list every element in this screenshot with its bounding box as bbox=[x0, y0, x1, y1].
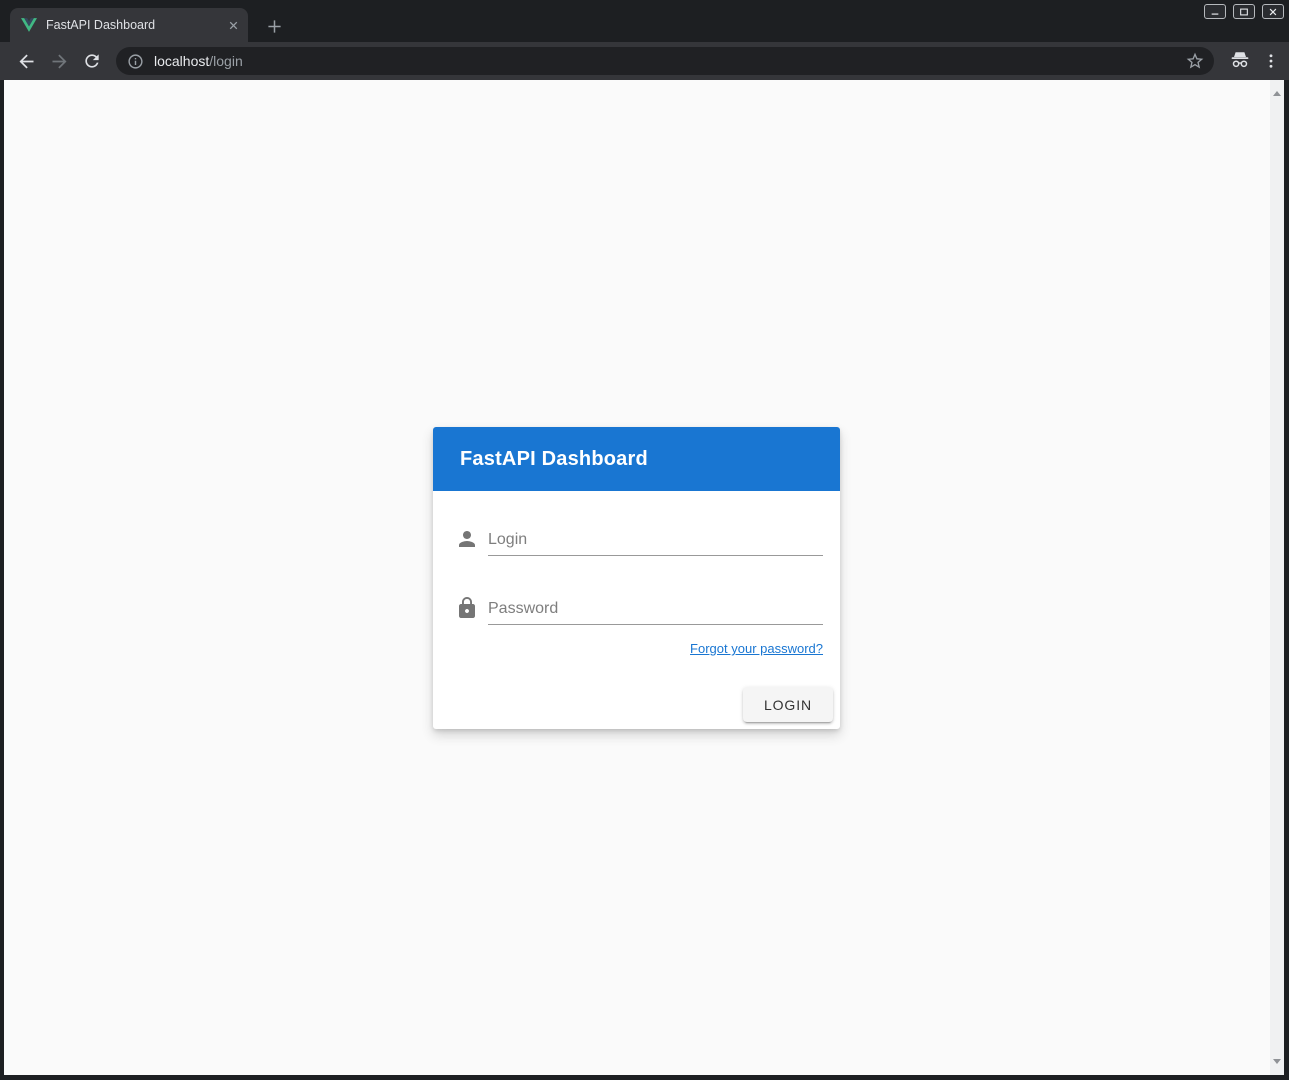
browser-toolbar: localhost/login bbox=[0, 42, 1289, 80]
back-arrow-icon bbox=[16, 51, 37, 72]
password-field-row bbox=[455, 593, 823, 625]
login-input[interactable] bbox=[488, 524, 823, 556]
menu-kebab-icon[interactable] bbox=[1262, 52, 1280, 70]
lock-icon bbox=[455, 596, 479, 620]
forgot-password-row: Forgot your password? bbox=[455, 640, 823, 657]
browser-window: FastAPI Dashboard bbox=[0, 0, 1289, 1080]
browser-tab[interactable]: FastAPI Dashboard bbox=[10, 8, 248, 42]
bookmark-star-icon[interactable] bbox=[1185, 51, 1205, 71]
url-path: /login bbox=[209, 53, 242, 69]
forgot-password-link[interactable]: Forgot your password? bbox=[690, 641, 823, 656]
login-card-body: Forgot your password? LOGIN bbox=[433, 491, 840, 729]
page-content: FastAPI Dashboard bbox=[4, 80, 1284, 1075]
forward-button[interactable] bbox=[47, 49, 71, 73]
scrollbar[interactable] bbox=[1270, 80, 1284, 1075]
back-button[interactable] bbox=[14, 49, 38, 73]
window-controls bbox=[1204, 4, 1284, 19]
window-minimize-button[interactable] bbox=[1204, 4, 1226, 19]
close-icon bbox=[1268, 7, 1278, 17]
reload-icon bbox=[82, 51, 102, 71]
tab-strip: FastAPI Dashboard bbox=[0, 0, 1289, 42]
password-input[interactable] bbox=[488, 593, 823, 625]
reload-button[interactable] bbox=[80, 49, 104, 73]
tab-title: FastAPI Dashboard bbox=[46, 18, 225, 32]
login-field-row bbox=[455, 491, 823, 556]
site-info-icon[interactable] bbox=[125, 51, 145, 71]
login-card: FastAPI Dashboard bbox=[433, 427, 840, 729]
url-text: localhost/login bbox=[154, 53, 1185, 69]
url-host: localhost bbox=[154, 53, 209, 69]
incognito-icon[interactable] bbox=[1228, 49, 1252, 73]
forward-arrow-icon bbox=[49, 51, 70, 72]
scrollbar-down-arrow-icon[interactable] bbox=[1273, 1059, 1281, 1064]
tab-close-icon[interactable] bbox=[225, 17, 242, 34]
minimize-icon bbox=[1210, 7, 1220, 17]
login-card-header: FastAPI Dashboard bbox=[433, 427, 840, 491]
login-card-title: FastAPI Dashboard bbox=[460, 448, 648, 471]
maximize-icon bbox=[1239, 7, 1249, 17]
person-icon bbox=[455, 527, 479, 551]
window-close-button[interactable] bbox=[1262, 4, 1284, 19]
card-actions: LOGIN bbox=[455, 687, 833, 722]
address-bar[interactable]: localhost/login bbox=[116, 47, 1214, 75]
login-button[interactable]: LOGIN bbox=[743, 687, 833, 722]
new-tab-button[interactable] bbox=[261, 13, 287, 39]
window-maximize-button[interactable] bbox=[1233, 4, 1255, 19]
scrollbar-up-arrow-icon[interactable] bbox=[1273, 91, 1281, 96]
vue-logo-icon bbox=[21, 17, 37, 33]
